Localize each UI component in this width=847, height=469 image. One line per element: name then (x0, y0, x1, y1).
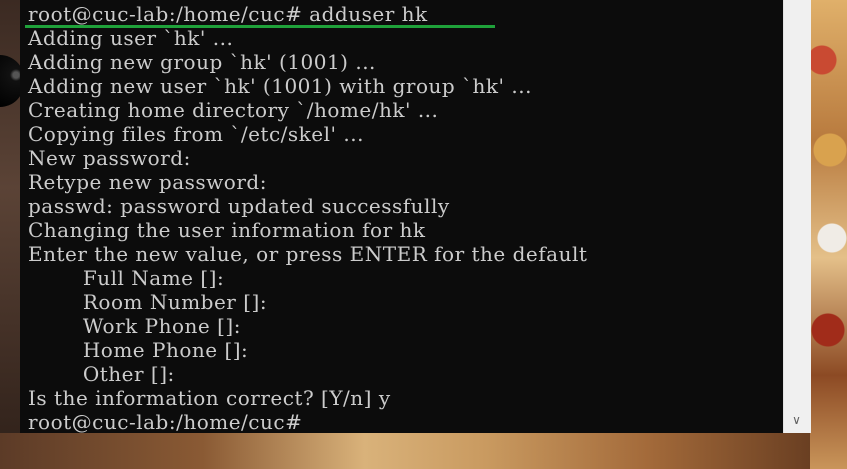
terminal-scrollbar[interactable] (783, 0, 811, 433)
terminal-line: Adding new group `hk' (1001) ... (28, 50, 376, 74)
terminal-prompt[interactable]: root@cuc-lab:/home/cuc# (28, 410, 587, 433)
terminal-line: Adding new user `hk' (1001) with group `… (28, 74, 532, 98)
terminal-line: Creating home directory `/home/hk' ... (28, 98, 439, 122)
terminal-line: Copying files from `/etc/skel' ... (28, 122, 364, 146)
command-highlight-underline (25, 25, 495, 28)
terminal-line: Retype new password: (28, 170, 267, 194)
terminal-line: Room Number []: (28, 290, 268, 314)
terminal-line-command: root@cuc-lab:/home/cuc# adduser hk (28, 2, 428, 26)
terminal-line: Adding user `hk' ... (28, 26, 234, 50)
terminal-line: New password: (28, 146, 191, 170)
terminal-line: Changing the user information for hk (28, 218, 426, 242)
terminal-line: Other []: (28, 362, 175, 386)
terminal-output: root@cuc-lab:/home/cuc# adduser hk Addin… (28, 2, 587, 433)
terminal-line: Enter the new value, or press ENTER for … (28, 242, 588, 266)
desktop-wallpaper-bottom (0, 433, 810, 469)
terminal-line: Work Phone []: (28, 314, 241, 338)
terminal-line: passwd: password updated successfully (28, 194, 450, 218)
terminal-line: Full Name []: (28, 266, 225, 290)
terminal-line: Home Phone []: (28, 338, 249, 362)
terminal-line: Is the information correct? [Y/n] y (28, 386, 391, 410)
chevron-down-icon[interactable]: ∨ (783, 407, 810, 433)
desktop-wallpaper-right (810, 0, 847, 469)
terminal-window[interactable]: root@cuc-lab:/home/cuc# adduser hk Addin… (20, 0, 783, 433)
